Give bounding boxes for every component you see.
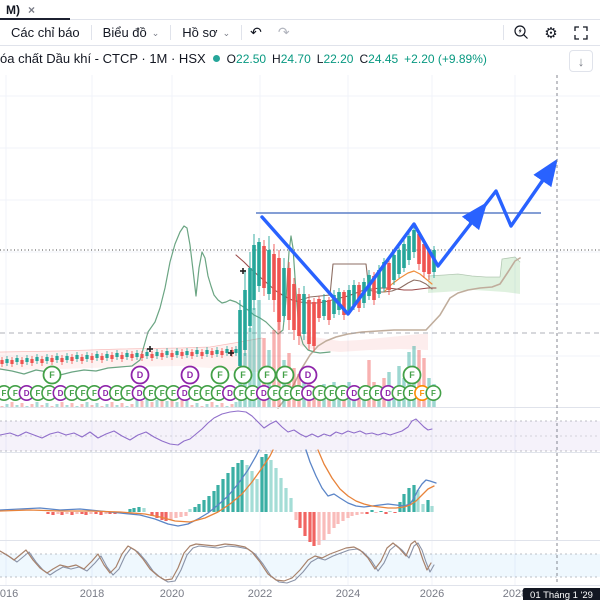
svg-text:D: D xyxy=(261,389,267,398)
year-label: 2024 xyxy=(335,588,361,600)
indicators-label: Các chỉ báo xyxy=(11,25,80,40)
svg-text:F: F xyxy=(92,389,97,398)
ohlc-values: O22.50 H24.70 L22.20 C24.45 +2.20 (+9.89… xyxy=(227,52,487,66)
symbol-title: óa chất Dầu khí - CTCP · 1M · HSX xyxy=(0,51,206,66)
svg-text:F: F xyxy=(282,370,288,380)
svg-text:F: F xyxy=(273,389,278,398)
svg-text:F: F xyxy=(81,389,86,398)
svg-text:F: F xyxy=(363,389,368,398)
svg-text:F: F xyxy=(115,389,120,398)
trading-app: FFDFFDFFFDFFDFFFDFFFDFFDFFFDFFFDFFDFFFFF… xyxy=(0,0,600,600)
change-value: +2.20 (+9.89%) xyxy=(404,51,487,66)
toolbar-divider xyxy=(503,25,504,40)
svg-text:F: F xyxy=(341,389,346,398)
svg-text:D: D xyxy=(351,389,357,398)
year-label: 2016 xyxy=(0,588,19,600)
svg-text:F: F xyxy=(374,389,379,398)
redo-button[interactable]: ↷ xyxy=(270,24,298,41)
search-flash-icon xyxy=(513,25,528,39)
close-label: C xyxy=(359,51,369,66)
svg-text:F: F xyxy=(264,370,270,380)
fullscreen-icon xyxy=(574,25,588,40)
svg-text:F: F xyxy=(329,389,334,398)
svg-text:D: D xyxy=(182,389,188,398)
svg-text:F: F xyxy=(250,389,255,398)
svg-text:F: F xyxy=(69,389,74,398)
svg-text:F: F xyxy=(35,389,40,398)
svg-text:F: F xyxy=(239,389,244,398)
quick-search-button[interactable] xyxy=(508,22,534,44)
fullscreen-button[interactable] xyxy=(568,22,594,44)
high-label: H xyxy=(272,51,281,66)
svg-text:D: D xyxy=(305,370,312,380)
svg-text:F: F xyxy=(49,370,55,380)
indicators-button[interactable]: Các chỉ báo xyxy=(0,22,91,44)
close-value: 24.45 xyxy=(368,51,399,66)
year-label: 2026 xyxy=(419,588,445,600)
settings-button[interactable]: ⚙ xyxy=(538,22,564,44)
market-status-dot xyxy=(212,55,220,62)
svg-text:F: F xyxy=(318,389,323,398)
symbol-legend: óa chất Dầu khí - CTCP · 1M · HSX O22.50… xyxy=(0,51,487,66)
svg-text:F: F xyxy=(217,370,223,380)
svg-text:D: D xyxy=(24,389,30,398)
svg-text:F: F xyxy=(240,370,246,380)
svg-text:D: D xyxy=(137,370,144,380)
download-arrow-icon: ↓ xyxy=(577,53,585,69)
svg-text:F: F xyxy=(47,389,52,398)
high-value: 24.70 xyxy=(280,51,311,66)
chart-menu-label: Biểu đồ xyxy=(102,25,147,40)
svg-text:D: D xyxy=(385,389,391,398)
svg-text:F: F xyxy=(420,389,425,398)
time-axis[interactable]: 2016201820202022202420262028 xyxy=(0,585,600,600)
svg-text:D: D xyxy=(306,389,312,398)
undo-button[interactable]: ↶ xyxy=(242,24,270,41)
svg-text:F: F xyxy=(194,389,199,398)
svg-text:F: F xyxy=(148,389,153,398)
crosshair-date-tooltip: 01 Tháng 1 '29 xyxy=(523,588,600,600)
download-button[interactable]: ↓ xyxy=(569,50,593,72)
svg-text:D: D xyxy=(187,370,194,380)
profile-menu-label: Hồ sơ xyxy=(182,25,218,40)
profile-menu-button[interactable]: Hồ sơ ⌄ xyxy=(171,22,241,44)
svg-text:F: F xyxy=(126,389,131,398)
svg-text:D: D xyxy=(58,389,64,398)
svg-text:F: F xyxy=(295,389,300,398)
year-label: 2022 xyxy=(247,588,273,600)
svg-text:F: F xyxy=(160,389,165,398)
svg-text:F: F xyxy=(205,389,210,398)
svg-text:F: F xyxy=(13,389,18,398)
svg-text:F: F xyxy=(2,389,7,398)
svg-text:F: F xyxy=(431,389,436,398)
tab-strip: M) × xyxy=(0,0,600,20)
open-value: 22.50 xyxy=(236,51,267,66)
chart-tab[interactable]: M) × xyxy=(0,0,70,20)
chart-tab-label: M) xyxy=(6,3,20,17)
year-label: 2020 xyxy=(159,588,185,600)
svg-text:F: F xyxy=(397,389,402,398)
svg-text:F: F xyxy=(408,389,413,398)
low-value: 22.20 xyxy=(323,51,354,66)
close-icon[interactable]: × xyxy=(28,3,35,17)
main-toolbar: Các chỉ báo Biểu đồ ⌄ Hồ sơ ⌄ ↶ ↷ ⚙ xyxy=(0,20,600,46)
svg-text:F: F xyxy=(216,389,221,398)
year-label: 2018 xyxy=(79,588,105,600)
chevron-down-icon: ⌄ xyxy=(151,28,160,38)
svg-text:F: F xyxy=(409,370,415,380)
open-label: O xyxy=(226,51,237,66)
price-chart-canvas[interactable]: F F D F F D F F F D F F D F F F D F F F D F F D F F F D F F F D F F D F F F FF… xyxy=(0,0,600,600)
crosshair-date-text: 01 Tháng 1 '29 xyxy=(530,590,593,600)
chevron-down-icon: ⌄ xyxy=(222,28,231,38)
svg-text:F: F xyxy=(171,389,176,398)
svg-text:F: F xyxy=(284,389,289,398)
gear-icon: ⚙ xyxy=(544,24,558,42)
svg-text:D: D xyxy=(227,389,233,398)
chart-menu-button[interactable]: Biểu đồ ⌄ xyxy=(92,22,171,44)
svg-text:D: D xyxy=(137,389,143,398)
svg-text:D: D xyxy=(103,389,109,398)
